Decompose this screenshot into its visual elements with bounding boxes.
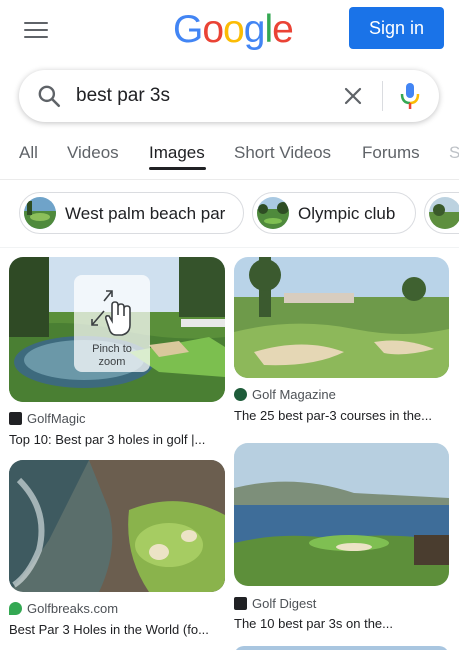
chip-thumbnail xyxy=(24,197,56,229)
location-pin-icon xyxy=(9,602,22,615)
microphone-icon[interactable] xyxy=(399,81,421,111)
logo-letter: o xyxy=(223,8,245,51)
result-image[interactable] xyxy=(234,257,449,378)
result-source: Golf Magazine xyxy=(234,387,336,402)
pinch-label-line1: Pinch to xyxy=(92,343,132,355)
hamburger-menu-icon[interactable] xyxy=(24,22,48,40)
chip-west-palm-beach[interactable]: West palm beach par xyxy=(19,192,244,234)
result-source-label: Golfbreaks.com xyxy=(27,601,119,616)
result-source-label: Golf Digest xyxy=(252,596,317,611)
image-result-card[interactable]: Pinch to zoom GolfMagic Top 10: Best par… xyxy=(9,257,225,447)
pinch-label-line2: zoom xyxy=(98,356,126,368)
result-title[interactable]: The 10 best par 3s on the... xyxy=(234,616,450,631)
result-image[interactable] xyxy=(9,460,225,592)
pinch-label: Pinch to zoom xyxy=(74,343,150,369)
golfmagic-favicon-icon xyxy=(9,412,22,425)
result-source-label: Golf Magazine xyxy=(252,387,336,402)
logo-letter: o xyxy=(202,8,224,51)
tab-images[interactable]: Images xyxy=(149,143,205,163)
tab-short-videos[interactable]: Short Videos xyxy=(234,143,331,163)
logo-letter: l xyxy=(264,8,273,51)
golf-magazine-favicon-icon xyxy=(234,388,247,401)
google-logo[interactable]: Google xyxy=(173,8,294,52)
chip-thumbnail xyxy=(429,197,459,229)
result-image[interactable]: Pinch to zoom xyxy=(9,257,225,402)
chip-thumbnail xyxy=(257,197,289,229)
search-input[interactable] xyxy=(76,83,326,109)
header: Google Sign in xyxy=(0,0,459,64)
chip-label: Olympic club xyxy=(298,204,396,223)
active-tab-indicator xyxy=(149,167,206,170)
section-divider xyxy=(0,247,459,248)
search-bar[interactable] xyxy=(19,70,439,122)
search-divider xyxy=(382,81,383,111)
logo-letter: G xyxy=(173,8,203,51)
golf-digest-favicon-icon xyxy=(234,597,247,610)
result-source: Golf Digest xyxy=(234,596,316,611)
image-result-card[interactable]: Golf Magazine The 25 best par-3 courses … xyxy=(234,257,450,427)
tab-more[interactable]: S xyxy=(449,143,459,163)
tab-forums[interactable]: Forums xyxy=(362,143,420,163)
image-result-card[interactable]: Golfbreaks.com Best Par 3 Holes in the W… xyxy=(9,460,225,640)
image-result-card[interactable]: Golf Digest The 10 best par 3s on the... xyxy=(234,443,450,633)
chip-more[interactable] xyxy=(424,192,459,234)
result-source: Golfbreaks.com xyxy=(9,601,118,616)
logo-letter: e xyxy=(272,8,294,51)
chip-label: West palm beach par xyxy=(65,204,226,223)
tab-all[interactable]: All xyxy=(19,143,38,163)
result-source: GolfMagic xyxy=(9,411,86,426)
suggestion-chips: West palm beach par Olympic club xyxy=(0,190,459,236)
sign-in-button[interactable]: Sign in xyxy=(349,7,444,49)
result-title[interactable]: Best Par 3 Holes in the World (fo... xyxy=(9,622,225,637)
tab-videos[interactable]: Videos xyxy=(67,143,119,163)
pinch-gesture-icon xyxy=(91,290,131,336)
pinch-to-zoom-overlay: Pinch to zoom xyxy=(74,275,150,372)
close-icon[interactable] xyxy=(341,84,365,108)
result-title[interactable]: Top 10: Best par 3 holes in golf |... xyxy=(9,432,225,447)
search-icon[interactable] xyxy=(36,83,62,109)
result-source-label: GolfMagic xyxy=(27,411,86,426)
result-image-partial[interactable] xyxy=(234,646,449,650)
logo-letter: g xyxy=(243,8,266,51)
result-image[interactable] xyxy=(234,443,449,586)
search-tabs: All Videos Images Short Videos Forums S xyxy=(0,130,459,180)
chip-olympic-club[interactable]: Olympic club xyxy=(252,192,416,234)
result-title[interactable]: The 25 best par-3 courses in the... xyxy=(234,408,450,423)
